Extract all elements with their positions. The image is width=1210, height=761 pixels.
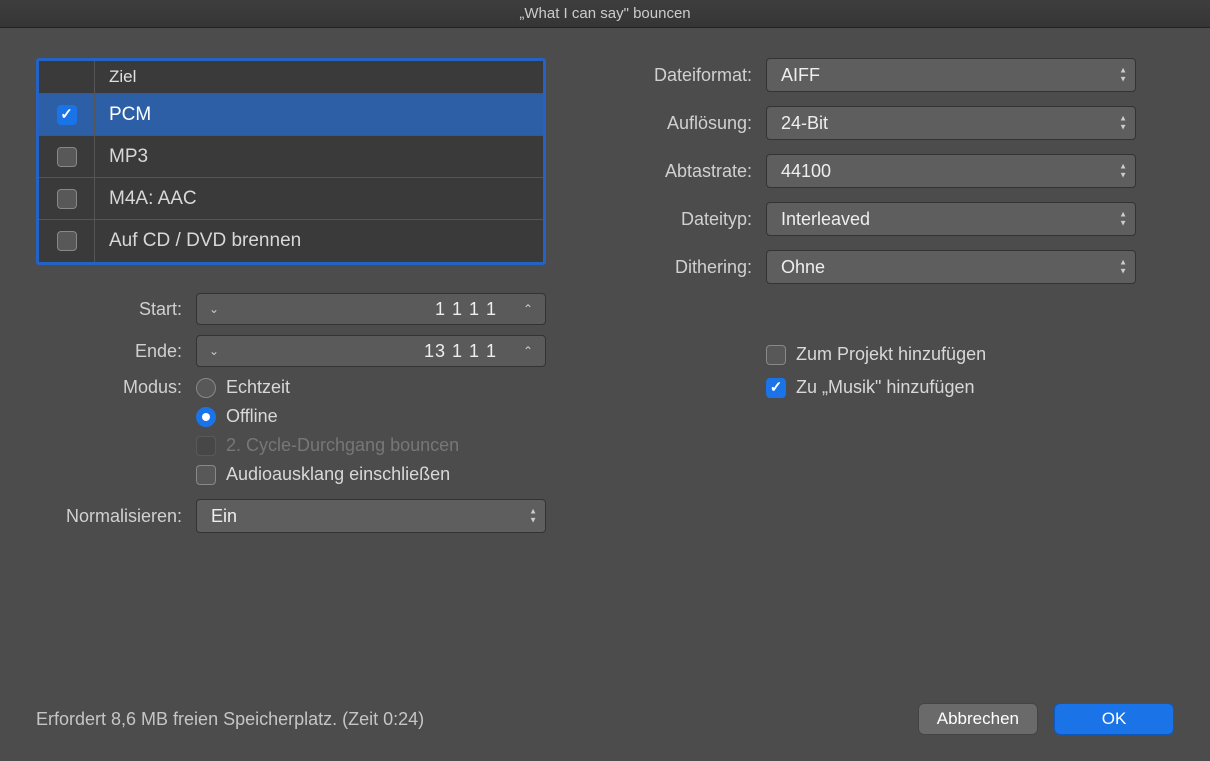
audio-tail-option[interactable]: Audioausklang einschließen xyxy=(196,464,546,485)
destination-row[interactable]: Auf CD / DVD brennen xyxy=(39,220,543,262)
mode-label: Modus: xyxy=(36,377,196,398)
normalize-label: Normalisieren: xyxy=(36,506,196,527)
ok-button[interactable]: OK xyxy=(1054,703,1174,735)
dithering-value: Ohne xyxy=(781,257,825,278)
updown-icon: ▲▼ xyxy=(1119,211,1127,228)
file-type-value: Interleaved xyxy=(781,209,870,230)
destination-row-checkbox-cell xyxy=(39,220,95,262)
file-format-dropdown[interactable]: AIFF ▲▼ xyxy=(766,58,1136,92)
destination-row-label: Auf CD / DVD brennen xyxy=(95,230,543,252)
destination-row-label: PCM xyxy=(95,104,543,126)
normalize-dropdown[interactable]: Ein ▲▼ xyxy=(196,499,546,533)
cancel-button[interactable]: Abbrechen xyxy=(918,703,1038,735)
end-value: 13 1 1 1 xyxy=(231,341,511,362)
mode-offline-label: Offline xyxy=(226,406,278,427)
destination-row-checkbox-cell xyxy=(39,178,95,219)
right-column: Dateiformat: AIFF ▲▼ Auflösung: 24-Bit ▲… xyxy=(606,58,1174,543)
destination-header: Ziel xyxy=(39,61,543,94)
end-decrement[interactable]: ⌄ xyxy=(197,344,231,358)
destination-row-label: MP3 xyxy=(95,146,543,168)
sample-rate-label: Abtastrate: xyxy=(606,161,766,182)
destination-table: Ziel PCM MP3 M4A: AAC Auf CD / DVD brennen xyxy=(36,58,546,265)
updown-icon: ▲▼ xyxy=(529,508,537,525)
second-cycle-checkbox xyxy=(196,436,216,456)
start-stepper[interactable]: ⌄ 1 1 1 1 ⌃ xyxy=(196,293,546,325)
updown-icon: ▲▼ xyxy=(1119,163,1127,180)
footer-buttons: Abbrechen OK xyxy=(918,703,1174,735)
destination-row-checkbox-cell xyxy=(39,136,95,177)
start-decrement[interactable]: ⌄ xyxy=(197,302,231,316)
add-to-music-label: Zu „Musik" hinzufügen xyxy=(796,377,974,398)
file-type-dropdown[interactable]: Interleaved ▲▼ xyxy=(766,202,1136,236)
mode-offline-option[interactable]: Offline xyxy=(196,406,546,427)
dithering-dropdown[interactable]: Ohne ▲▼ xyxy=(766,250,1136,284)
destination-checkbox[interactable] xyxy=(57,231,77,251)
destination-row[interactable]: M4A: AAC xyxy=(39,178,543,220)
second-cycle-option: 2. Cycle-Durchgang bouncen xyxy=(196,435,546,456)
status-text: Erfordert 8,6 MB freien Speicherplatz. (… xyxy=(36,709,424,730)
mode-offline-radio[interactable] xyxy=(196,407,216,427)
destination-row[interactable]: MP3 xyxy=(39,136,543,178)
sample-rate-value: 44100 xyxy=(781,161,831,182)
left-column: Ziel PCMMP3M4A: AACAuf CD / DVD brennen … xyxy=(36,58,546,543)
add-to-project-checkbox[interactable] xyxy=(766,345,786,365)
window-title: „What I can say" bouncen xyxy=(519,5,690,22)
mode-realtime-label: Echtzeit xyxy=(226,377,290,398)
destination-row-label: M4A: AAC xyxy=(95,188,543,210)
resolution-label: Auflösung: xyxy=(606,113,766,134)
destination-row-checkbox-cell xyxy=(39,94,95,135)
resolution-dropdown[interactable]: 24-Bit ▲▼ xyxy=(766,106,1136,140)
mode-realtime-radio[interactable] xyxy=(196,378,216,398)
updown-icon: ▲▼ xyxy=(1119,115,1127,132)
sample-rate-dropdown[interactable]: 44100 ▲▼ xyxy=(766,154,1136,188)
window-titlebar: „What I can say" bouncen xyxy=(0,0,1210,28)
end-stepper[interactable]: ⌄ 13 1 1 1 ⌃ xyxy=(196,335,546,367)
destination-header-checkbox-col xyxy=(39,61,95,93)
ok-button-label: OK xyxy=(1102,709,1127,729)
resolution-value: 24-Bit xyxy=(781,113,828,134)
file-format-value: AIFF xyxy=(781,65,820,86)
dialog-footer: Erfordert 8,6 MB freien Speicherplatz. (… xyxy=(36,703,1174,735)
audio-tail-checkbox[interactable] xyxy=(196,465,216,485)
start-label: Start: xyxy=(36,299,196,320)
destination-checkbox[interactable] xyxy=(57,105,77,125)
end-increment[interactable]: ⌃ xyxy=(511,344,545,358)
file-type-label: Dateityp: xyxy=(606,209,766,230)
dialog-content: Ziel PCMMP3M4A: AACAuf CD / DVD brennen … xyxy=(0,28,1210,563)
dithering-label: Dithering: xyxy=(606,257,766,278)
add-to-music-checkbox[interactable] xyxy=(766,378,786,398)
destination-checkbox[interactable] xyxy=(57,189,77,209)
add-to-music-option[interactable]: Zu „Musik" hinzufügen xyxy=(766,377,1174,398)
destination-header-label: Ziel xyxy=(95,61,543,93)
end-label: Ende: xyxy=(36,341,196,362)
updown-icon: ▲▼ xyxy=(1119,67,1127,84)
mode-realtime-option[interactable]: Echtzeit xyxy=(196,377,546,398)
add-to-project-option[interactable]: Zum Projekt hinzufügen xyxy=(766,344,1174,365)
cancel-button-label: Abbrechen xyxy=(937,709,1019,729)
normalize-value: Ein xyxy=(211,506,237,527)
start-value: 1 1 1 1 xyxy=(231,299,511,320)
file-format-label: Dateiformat: xyxy=(606,65,766,86)
start-increment[interactable]: ⌃ xyxy=(511,302,545,316)
updown-icon: ▲▼ xyxy=(1119,259,1127,276)
audio-tail-label: Audioausklang einschließen xyxy=(226,464,450,485)
second-cycle-label: 2. Cycle-Durchgang bouncen xyxy=(226,435,459,456)
destination-row[interactable]: PCM xyxy=(39,94,543,136)
add-to-project-label: Zum Projekt hinzufügen xyxy=(796,344,986,365)
destination-checkbox[interactable] xyxy=(57,147,77,167)
